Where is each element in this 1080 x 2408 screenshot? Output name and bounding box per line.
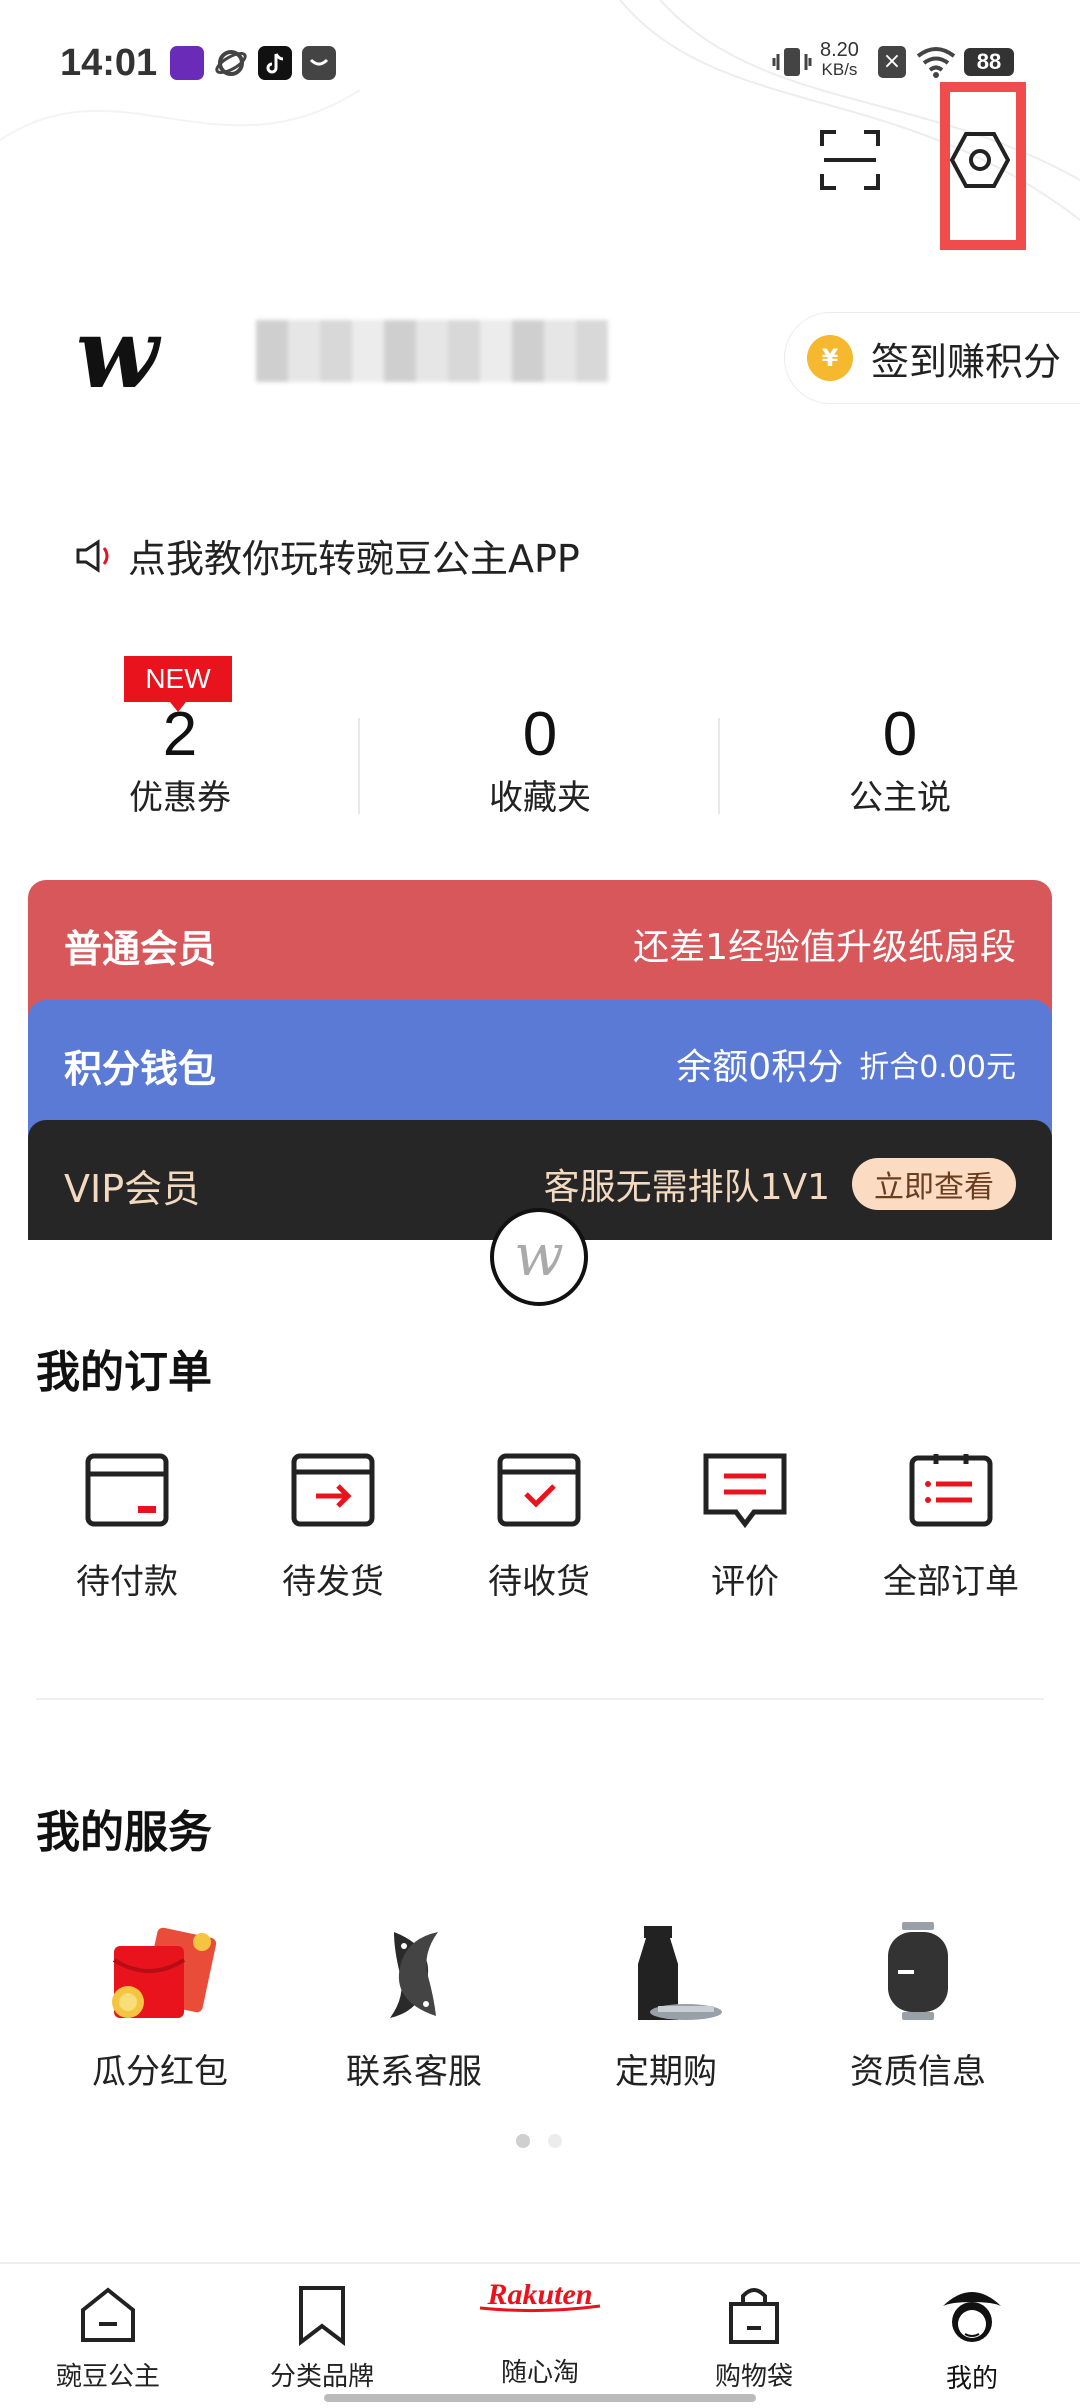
rakuten-icon: Rakuten [460,2284,620,2346]
nav-label: 豌豆公主 [55,2362,160,2392]
services-title: 我的服务 [36,1807,212,1858]
order-pending-payment[interactable]: 待付款 [47,1450,207,1603]
princess-avatar-icon [943,2292,1001,2342]
stat-favorites[interactable]: 0 收藏夹 [360,700,720,819]
page-indicator [548,2134,562,2148]
order-all[interactable]: 全部订单 [871,1450,1031,1603]
order-pending-shipment[interactable]: 待发货 [253,1450,413,1603]
nav-label: 购物袋 [714,2362,793,2392]
signin-button[interactable]: ¥ 签到赚积分 [784,312,1080,404]
home-icon [81,2287,135,2342]
order-review[interactable]: 评价 [665,1450,825,1603]
stat-value: 2 [162,700,198,769]
shopping-bag-icon [729,2288,779,2344]
stat-coupons[interactable]: 2 优惠券 [0,700,360,819]
wallet-card[interactable]: 积分钱包 余额0积分 折合0.00元 [28,1000,1052,1140]
box-check-icon [497,1453,581,1527]
service-label: 定期购 [615,2052,717,2092]
speaker-icon [76,538,109,573]
vip-info: 客服无需排队1V1 立即查看 [544,1158,1016,1210]
nav-cart[interactable]: 购物袋 [674,2284,834,2393]
wallet-info: 余额0积分 折合0.00元 [676,1038,1016,1090]
page-indicator-active [516,2134,530,2148]
new-badge: NEW [124,656,232,712]
highlight-box [940,82,1026,250]
wallet-value: 折合0.00元 [859,1050,1016,1085]
wallet-balance: 余额0积分 [676,1047,844,1088]
tip-text: 点我教你玩转豌豆公主APP [128,537,580,581]
stat-label: 优惠券 [129,778,231,818]
wallet-title: 积分钱包 [64,1047,217,1091]
vip-title: VIP会员 [64,1167,201,1211]
username-blurred[interactable] [256,320,608,382]
order-label: 待发货 [282,1562,384,1602]
nav-home[interactable]: 豌豆公主 [28,2284,188,2393]
member-title: 普通会员 [64,927,217,971]
order-label: 评价 [711,1562,779,1602]
header-decoration [0,0,1080,221]
order-pending-receipt[interactable]: 待收货 [459,1450,619,1603]
stat-princess-talk[interactable]: 0 公主说 [720,700,1080,819]
nav-categories[interactable]: 分类品牌 [242,2284,402,2393]
service-label: 瓜分红包 [92,2052,228,2092]
signin-label: 签到赚积分 [871,339,1062,384]
brand-circle-logo: w [490,1208,588,1306]
nav-label: 我的 [945,2364,998,2394]
order-label: 待收货 [488,1562,590,1602]
service-label: 联系客服 [346,2052,482,2092]
orders-title: 我的订单 [36,1347,212,1398]
nav-label: 分类品牌 [269,2362,374,2392]
comment-icon [703,1453,787,1529]
brand-logo: w [76,297,159,410]
order-label: 全部订单 [883,1562,1019,1602]
coin-icon: ¥ [807,335,853,381]
nav-label: 随心淘 [500,2358,579,2388]
soy-bottle-icon [638,1926,722,2020]
koi-fish-icon [390,1932,438,2018]
service-label: 资质信息 [850,2052,986,2092]
stat-label: 公主说 [849,778,951,818]
nav-mine[interactable]: 我的 [892,2284,1052,2395]
lantern-icon [888,1922,948,2020]
gesture-bar[interactable] [324,2394,756,2402]
stat-label: 收藏夹 [489,778,591,818]
service-customer-support[interactable]: 联系客服 [314,1920,514,2093]
clipboard-list-icon [909,1454,993,1527]
stat-value: 0 [882,700,918,769]
nav-discover[interactable]: Rakuten 随心淘 [460,2284,620,2389]
member-card[interactable]: 普通会员 还差1经验值升级纸扇段 [28,880,1052,1020]
bookmark-icon [299,2286,345,2347]
service-qualifications[interactable]: 资质信息 [818,1920,1018,2093]
stat-value: 0 [522,700,558,769]
red-envelope-icon [112,1927,217,2018]
wallet-card-icon [85,1453,169,1527]
vip-view-button[interactable]: 立即查看 [852,1158,1016,1210]
scan-icon[interactable] [818,128,882,196]
order-label: 待付款 [76,1562,178,1602]
member-info: 还差1经验值升级纸扇段 [633,927,1016,968]
tutorial-tip[interactable]: 点我教你玩转豌豆公主APP [74,528,580,583]
service-subscription[interactable]: 定期购 [566,1920,766,2093]
section-divider [36,1698,1044,1700]
service-red-envelope[interactable]: 瓜分红包 [60,1920,260,2093]
box-arrow-icon [291,1453,375,1527]
vip-info-text: 客服无需排队1V1 [543,1167,830,1208]
